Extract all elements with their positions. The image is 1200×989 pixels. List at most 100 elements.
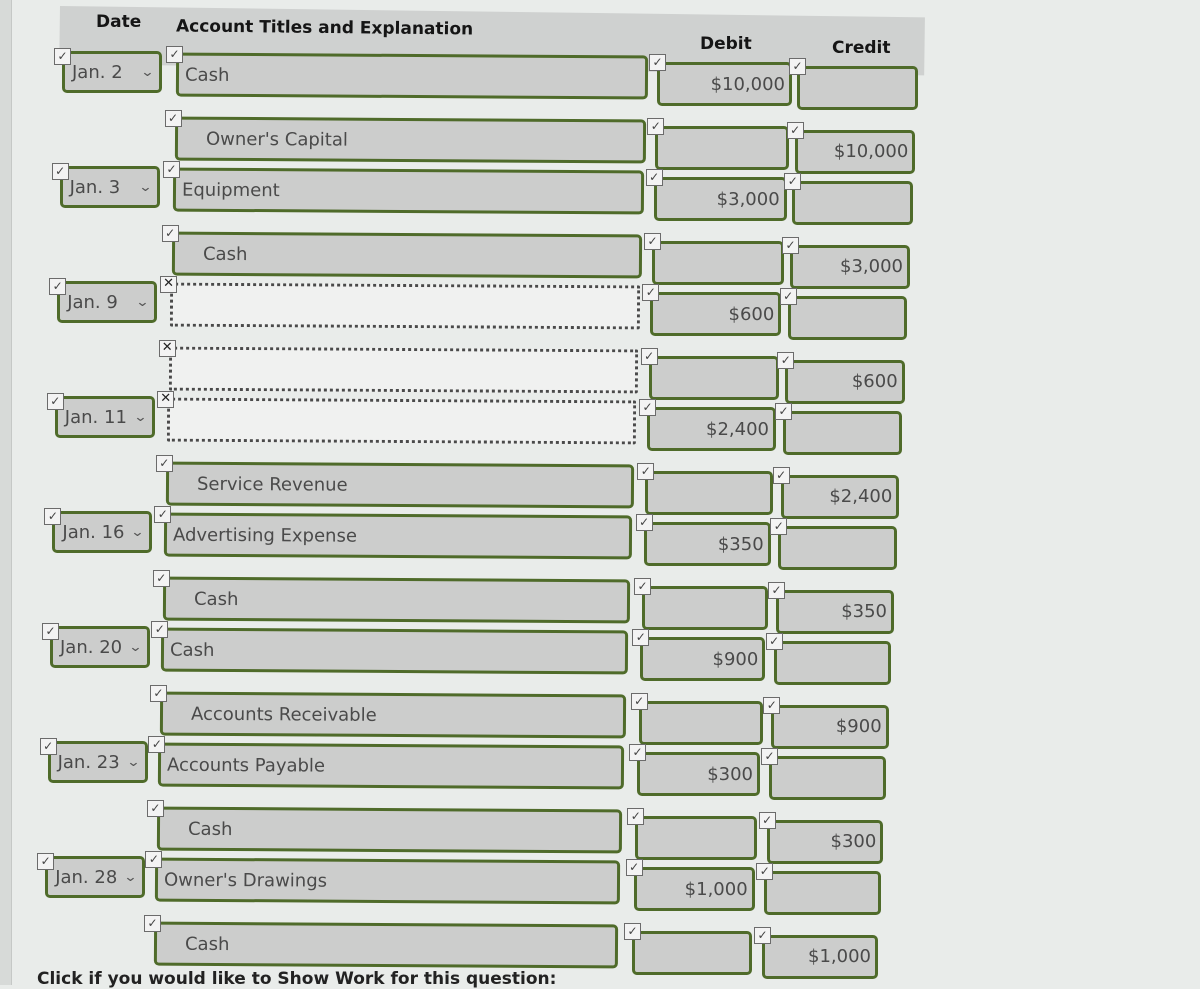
show-work-prompt: Click if you would like to Show Work for…	[37, 969, 557, 989]
credit-input[interactable]: $350	[776, 589, 894, 634]
debit-check-icon: ✓	[644, 232, 661, 250]
debit-input[interactable]: $2,400	[647, 407, 776, 451]
account-title-input[interactable]	[167, 397, 637, 445]
account-title-input[interactable]: Owner's Capital	[174, 116, 647, 163]
date-value: Jan. 16	[62, 521, 125, 543]
credit-input[interactable]	[764, 871, 881, 915]
account-title-input[interactable]: Owner's Drawings	[155, 857, 621, 905]
date-select[interactable]: Jan. 11 ⌄	[54, 396, 155, 438]
header-date: Date	[96, 12, 142, 32]
date-check-icon: ✓	[49, 278, 67, 295]
account-title-input[interactable]: Accounts Receivable	[159, 691, 627, 738]
date-select[interactable]: Jan. 16 ⌄	[52, 511, 153, 553]
account-title-input[interactable]: Cash	[156, 806, 623, 853]
credit-check-icon: ✓	[777, 351, 795, 369]
account-check-icon: ✓	[149, 684, 167, 702]
date-select[interactable]: Jan. 23 ⌄	[47, 741, 148, 783]
debit-check-icon: ✓	[630, 692, 648, 710]
credit-check-icon: ✓	[768, 581, 785, 599]
account-check-icon: ✓	[144, 914, 161, 932]
chevron-down-icon: ⌄	[138, 179, 153, 195]
credit-input[interactable]	[778, 526, 897, 570]
date-select[interactable]: Jan. 2 ⌄	[62, 51, 162, 93]
debit-input[interactable]: $600	[650, 292, 782, 336]
account-title-input[interactable]: Cash	[171, 231, 643, 278]
credit-input[interactable]: $600	[785, 359, 905, 404]
credit-input[interactable]	[769, 756, 886, 800]
account-incorrect-icon: ✕	[160, 276, 178, 293]
account-title-input[interactable]: Accounts Payable	[158, 742, 625, 790]
credit-check-icon: ✓	[763, 696, 781, 714]
account-check-icon: ✓	[161, 224, 179, 242]
chevron-down-icon: ⌄	[140, 64, 155, 80]
debit-input[interactable]: $3,000	[653, 177, 787, 221]
account-title-input[interactable]	[169, 282, 641, 330]
account-title-input[interactable]: Service Revenue	[165, 461, 635, 508]
chevron-down-icon: ⌄	[133, 409, 148, 425]
debit-input[interactable]: $300	[637, 752, 760, 796]
credit-check-icon: ✓	[782, 236, 799, 254]
account-title-input[interactable]: Cash	[161, 627, 629, 675]
debit-check-icon: ✓	[640, 347, 658, 365]
account-title-input[interactable]: Equipment	[172, 167, 645, 215]
credit-input[interactable]	[787, 296, 908, 340]
debit-input[interactable]: $1,000	[633, 867, 755, 911]
credit-input[interactable]	[797, 66, 918, 110]
debit-input[interactable]	[645, 470, 774, 515]
debit-input[interactable]	[642, 585, 768, 630]
account-title-input[interactable]: Cash	[162, 576, 631, 623]
chevron-down-icon: ⌄	[135, 294, 150, 310]
debit-check-icon: ✓	[645, 169, 663, 186]
date-check-icon: ✓	[44, 508, 62, 525]
date-select[interactable]: Jan. 3 ⌄	[59, 166, 160, 208]
credit-input[interactable]	[773, 641, 892, 685]
debit-input[interactable]	[632, 930, 752, 975]
credit-input[interactable]: $1,000	[762, 934, 878, 979]
credit-check-icon: ✓	[770, 518, 788, 535]
credit-check-icon: ✓	[761, 748, 778, 765]
credit-input[interactable]: $10,000	[794, 129, 916, 174]
account-incorrect-icon: ✕	[158, 339, 176, 357]
date-check-icon: ✓	[51, 163, 69, 180]
credit-input[interactable]: $900	[771, 704, 889, 749]
account-check-icon: ✓	[164, 109, 182, 127]
credit-check-icon: ✓	[775, 403, 792, 420]
credit-input[interactable]	[792, 181, 913, 225]
date-value: Jan. 20	[60, 636, 123, 658]
debit-input[interactable]: $350	[643, 522, 771, 566]
debit-check-icon: ✓	[624, 922, 641, 940]
debit-input[interactable]	[638, 700, 763, 745]
date-check-icon: ✓	[42, 623, 59, 640]
date-value: Jan. 11	[64, 406, 127, 428]
account-title-input[interactable]: Cash	[175, 52, 649, 100]
debit-check-icon: ✓	[634, 577, 651, 595]
date-select[interactable]: Jan. 28 ⌄	[45, 856, 146, 898]
date-select[interactable]: Jan. 9 ⌄	[57, 281, 158, 323]
debit-input[interactable]	[635, 815, 758, 860]
credit-check-icon: ✓	[765, 633, 783, 650]
debit-input[interactable]: $900	[640, 637, 766, 681]
debit-input[interactable]: $10,000	[657, 62, 792, 106]
account-title-input[interactable]: Advertising Expense	[164, 512, 633, 560]
credit-check-icon: ✓	[754, 926, 771, 944]
debit-input[interactable]	[648, 355, 779, 400]
window-edge	[0, 0, 12, 985]
date-value: Jan. 28	[55, 866, 118, 888]
header-debit: Debit	[700, 34, 752, 54]
header-account-titles: Account Titles and Explanation	[175, 16, 474, 40]
account-check-icon: ✓	[166, 46, 183, 63]
debit-input[interactable]	[655, 125, 790, 170]
chevron-down-icon: ⌄	[123, 869, 138, 885]
debit-check-icon: ✓	[649, 54, 666, 71]
date-value: Jan. 2	[72, 61, 123, 83]
account-title-input[interactable]: Cash	[153, 921, 619, 968]
date-select[interactable]: Jan. 20 ⌄	[50, 626, 150, 668]
credit-input[interactable]: $2,400	[780, 474, 900, 519]
account-title-input[interactable]	[168, 346, 639, 393]
credit-input[interactable]: $300	[766, 819, 884, 864]
credit-check-icon: ✓	[779, 288, 797, 305]
debit-check-icon: ✓	[625, 859, 643, 876]
debit-input[interactable]	[652, 240, 784, 285]
credit-input[interactable]: $3,000	[790, 244, 910, 289]
credit-input[interactable]	[783, 411, 902, 455]
